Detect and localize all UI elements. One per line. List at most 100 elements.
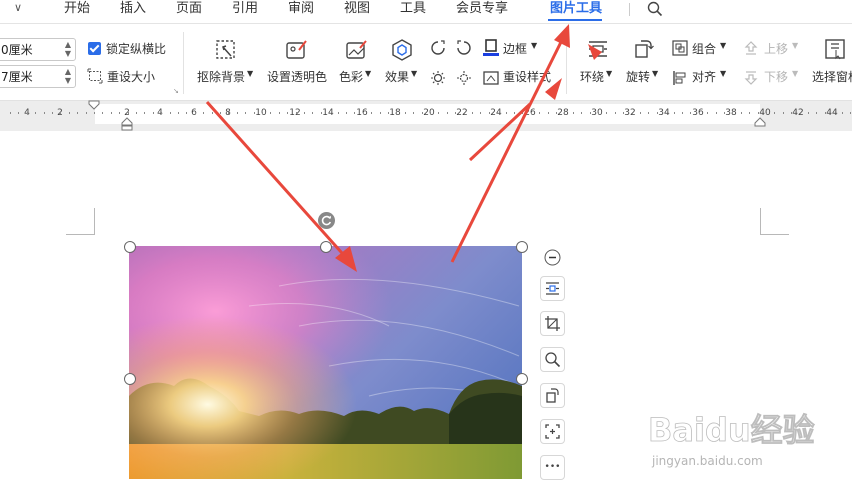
align-icon[interactable] bbox=[672, 70, 688, 86]
border-label[interactable]: 边框 bbox=[503, 40, 527, 57]
first-line-indent-icon[interactable] bbox=[88, 100, 100, 110]
chevron-down-icon[interactable]: ▼ bbox=[720, 41, 726, 50]
height-value: 7厘米 bbox=[1, 70, 33, 84]
transparent-color-icon[interactable] bbox=[285, 38, 309, 62]
tab-home[interactable]: 开始 bbox=[64, 1, 90, 17]
width-spinner[interactable]: 0厘米 ▲ ▼ bbox=[0, 38, 76, 61]
spinner-arrows-icon[interactable]: ▲ ▼ bbox=[65, 67, 71, 85]
bring-forward-label[interactable]: 上移 bbox=[764, 40, 788, 57]
ruler-tick bbox=[170, 112, 171, 114]
rotate-handle-icon[interactable] bbox=[317, 211, 336, 230]
chevron-down-icon[interactable]: ▼ bbox=[411, 69, 417, 78]
ruler-tick bbox=[346, 112, 347, 114]
tab-tools[interactable]: 工具 bbox=[400, 1, 426, 17]
resize-handle-top-left[interactable] bbox=[124, 241, 136, 253]
ruler-tick bbox=[27, 112, 28, 114]
rotate-button[interactable] bbox=[540, 383, 565, 408]
effects-icon[interactable] bbox=[390, 38, 414, 62]
tab-member[interactable]: 会员专享 bbox=[456, 1, 508, 17]
ruler-tick bbox=[657, 112, 658, 114]
color-icon[interactable] bbox=[345, 38, 369, 62]
align-label[interactable]: 对齐 bbox=[692, 68, 716, 85]
reset-style-label[interactable]: 重设样式 bbox=[503, 68, 551, 85]
reset-size-label[interactable]: 重设大小 bbox=[107, 68, 155, 85]
ruler-tick bbox=[665, 112, 666, 114]
lock-ratio-checkbox[interactable] bbox=[88, 42, 101, 55]
ruler-tick bbox=[338, 112, 339, 114]
resize-handle-top-right[interactable] bbox=[516, 241, 528, 253]
chevron-down-icon[interactable]: ▼ bbox=[652, 69, 658, 78]
group-label[interactable]: 组合 bbox=[692, 40, 716, 57]
more-button[interactable]: ••• bbox=[540, 455, 565, 480]
transparent-color-label[interactable]: 设置透明色 bbox=[267, 68, 327, 85]
ruler-number: 38 bbox=[725, 108, 737, 118]
color-label[interactable]: 色彩 bbox=[339, 68, 363, 85]
tab-references[interactable]: 引用 bbox=[232, 1, 258, 17]
reset-size-icon[interactable] bbox=[87, 68, 103, 84]
height-spinner[interactable]: 7厘米 ▲ ▼ bbox=[0, 65, 76, 88]
wrap-text-button[interactable] bbox=[540, 276, 565, 301]
tab-picture-tools[interactable]: 图片工具 bbox=[550, 1, 602, 17]
chevron-down-icon[interactable]: ▼ bbox=[792, 41, 798, 50]
rotate-icon[interactable] bbox=[632, 38, 654, 60]
crop-button[interactable] bbox=[540, 311, 565, 336]
wrap-icon[interactable] bbox=[587, 38, 609, 60]
remove-background-icon[interactable] bbox=[214, 38, 238, 62]
zoom-button[interactable] bbox=[540, 347, 565, 372]
right-indent-icon[interactable] bbox=[754, 117, 766, 127]
tab-insert[interactable]: 插入 bbox=[120, 1, 146, 17]
spinner-arrows-icon[interactable]: ▲ ▼ bbox=[65, 40, 71, 58]
ruler-tick bbox=[455, 112, 456, 114]
ruler-number: 4 bbox=[157, 108, 163, 118]
tab-review[interactable]: 审阅 bbox=[288, 1, 314, 17]
group-icon[interactable] bbox=[672, 40, 688, 56]
tab-page[interactable]: 页面 bbox=[176, 1, 202, 17]
chevron-down-icon[interactable]: ∨ bbox=[14, 1, 22, 14]
search-icon[interactable] bbox=[646, 0, 664, 18]
ruler-number: 26 bbox=[524, 108, 536, 118]
ruler-tick bbox=[674, 112, 675, 114]
ruler-tick bbox=[539, 112, 540, 114]
resize-handle-left[interactable] bbox=[124, 373, 136, 385]
remove-background-label[interactable]: 抠除背景 bbox=[197, 68, 245, 85]
selection-pane-label[interactable]: 选择窗格 bbox=[812, 68, 852, 85]
menu-bar: ∨ 开始 插入 页面 引用 审阅 视图 工具 会员专享 图片工具 bbox=[0, 0, 852, 24]
chevron-down-icon[interactable]: ▼ bbox=[531, 41, 537, 50]
ruler-tick bbox=[228, 112, 229, 114]
ruler-tick bbox=[648, 112, 649, 114]
dialog-launcher-icon[interactable]: ↘ bbox=[173, 87, 179, 95]
chevron-down-icon[interactable]: ▼ bbox=[720, 69, 726, 78]
effects-label[interactable]: 效果 bbox=[385, 68, 409, 85]
ruler-tick bbox=[447, 112, 448, 114]
rotate-label[interactable]: 旋转 bbox=[626, 68, 650, 85]
chevron-down-icon[interactable]: ▼ bbox=[365, 69, 371, 78]
selected-image[interactable] bbox=[129, 246, 522, 479]
chevron-down-icon[interactable]: ▼ bbox=[247, 69, 253, 78]
chevron-down-icon[interactable]: ▼ bbox=[792, 69, 798, 78]
ruler-number: 22 bbox=[456, 108, 468, 118]
send-backward-label[interactable]: 下移 bbox=[764, 68, 788, 85]
border-icon[interactable] bbox=[482, 39, 500, 57]
resize-handle-right[interactable] bbox=[516, 373, 528, 385]
bring-forward-icon[interactable] bbox=[743, 40, 759, 56]
selection-pane-icon[interactable] bbox=[824, 38, 846, 60]
ruler-tick bbox=[808, 112, 809, 114]
chevron-down-icon[interactable]: ▼ bbox=[606, 69, 612, 78]
resize-handle-top[interactable] bbox=[320, 241, 332, 253]
ruler-tick bbox=[464, 112, 465, 114]
decrease-contrast-icon[interactable] bbox=[456, 40, 472, 56]
reset-style-icon[interactable] bbox=[482, 70, 500, 86]
collapse-toolbar-icon[interactable] bbox=[544, 249, 561, 266]
ruler-number: 28 bbox=[557, 108, 569, 118]
tab-view[interactable]: 视图 bbox=[344, 1, 370, 17]
wrap-label[interactable]: 环绕 bbox=[580, 68, 604, 85]
send-backward-icon[interactable] bbox=[743, 70, 759, 86]
ruler-tick bbox=[573, 112, 574, 114]
increase-contrast-icon[interactable] bbox=[430, 40, 446, 56]
ruler-tick bbox=[396, 112, 397, 114]
increase-brightness-icon[interactable] bbox=[430, 70, 446, 86]
frame-select-button[interactable] bbox=[540, 419, 565, 444]
decrease-brightness-icon[interactable] bbox=[456, 70, 472, 86]
left-indent-icon[interactable] bbox=[121, 117, 133, 131]
ruler-tick bbox=[245, 112, 246, 114]
